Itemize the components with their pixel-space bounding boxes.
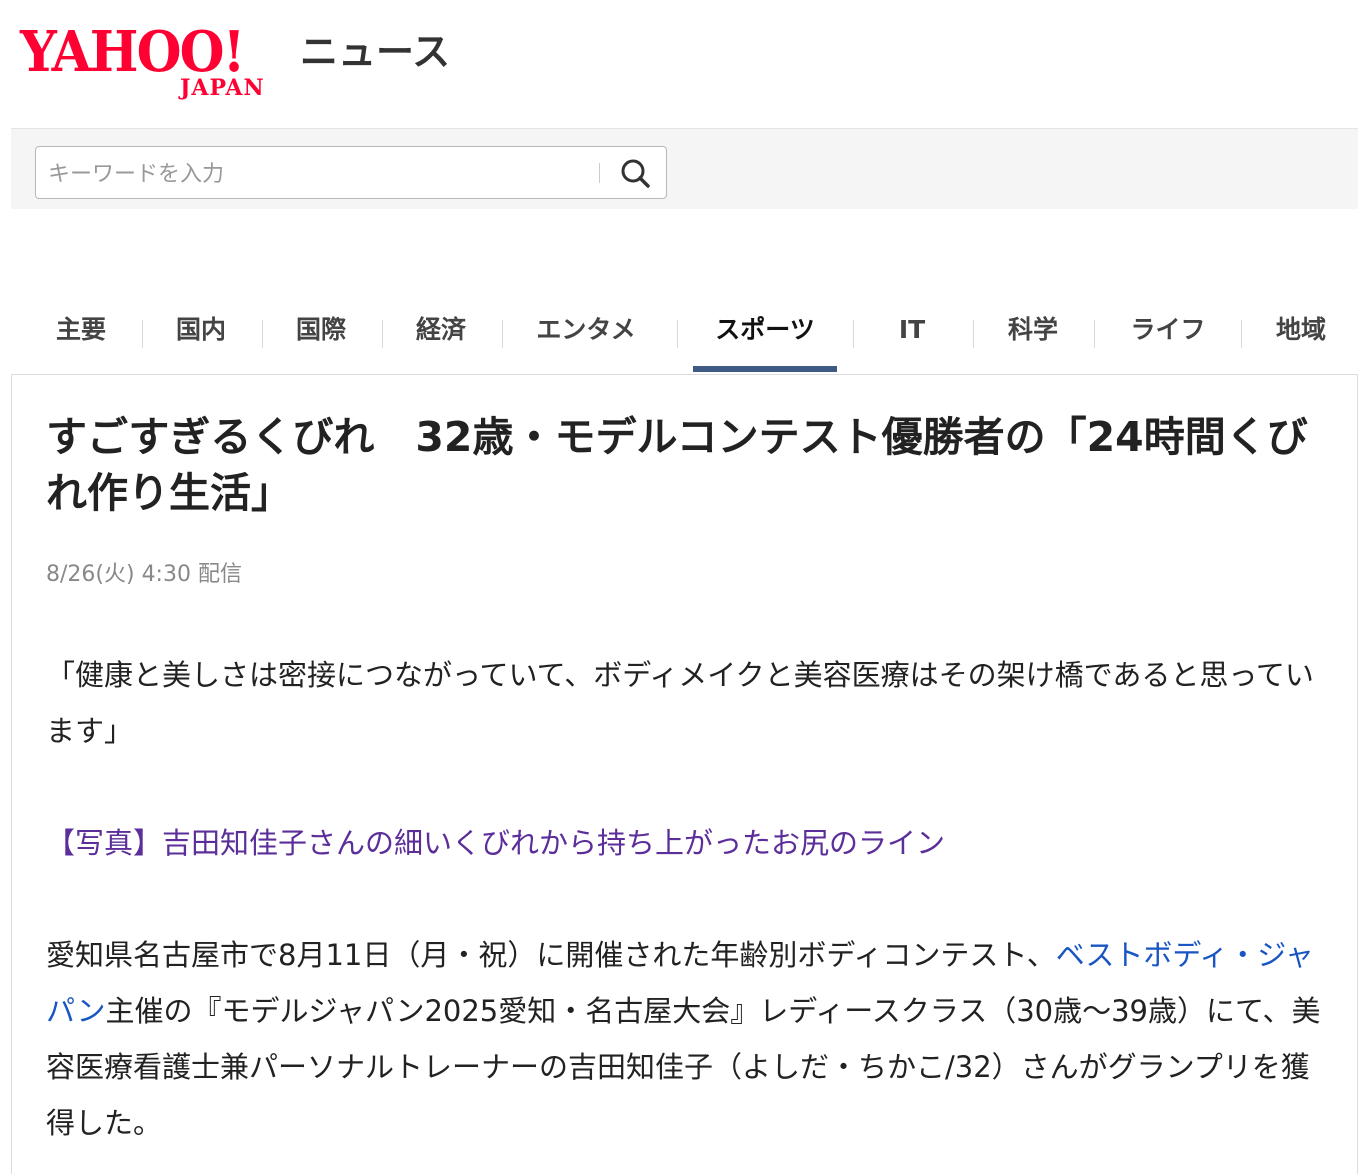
active-tab-indicator	[693, 366, 837, 372]
tab-separator	[382, 320, 383, 348]
tab-separator	[1241, 320, 1242, 348]
tab-it[interactable]: IT	[867, 310, 957, 350]
tab-world[interactable]: 国際	[275, 310, 367, 350]
article-container: すごすぎるくびれ 32歳・モデルコンテスト優勝者の「24時間くびれ作り生活」 8…	[11, 374, 1358, 1174]
yahoo-japan-logo[interactable]: YAHOO! JAPAN	[20, 20, 295, 100]
article-date: 8/26(火) 4:30 配信	[46, 562, 242, 587]
tab-separator	[677, 320, 678, 348]
tab-separator	[142, 320, 143, 348]
article-title: すごすぎるくびれ 32歳・モデルコンテスト優勝者の「24時間くびれ作り生活」	[46, 413, 1308, 517]
search-band	[11, 128, 1358, 209]
search-input[interactable]	[46, 155, 590, 193]
tab-separator	[502, 320, 503, 348]
site-header: YAHOO! JAPAN ニュース	[0, 0, 1358, 128]
news-service-link[interactable]: ニュース	[300, 28, 450, 76]
article-paragraph: 「健康と美しさは密接につながっていて、ボディメイクと美容医療はその架け橋であると…	[46, 658, 1314, 748]
search-icon	[621, 159, 650, 188]
tab-sports[interactable]: スポーツ	[693, 310, 837, 350]
tab-business[interactable]: 経済	[395, 310, 487, 350]
paragraph-text: 愛知県名古屋市で8月11日（月・祝）に開催された年齢別ボディコンテスト、	[46, 938, 1056, 972]
tab-separator	[1094, 320, 1095, 348]
tab-separator	[973, 320, 974, 348]
photo-link[interactable]: 【写真】吉田知佳子さんの細いくびれから持ち上がったお尻のライン	[46, 815, 945, 871]
article-paragraph: 愛知県名古屋市で8月11日（月・祝）に開催された年齢別ボディコンテスト、ベストボ…	[46, 927, 1331, 1151]
category-nav: 主要 国内 国際 経済 エンタメ スポーツ IT 科学 ライフ 地域	[11, 296, 1358, 376]
paragraph-text: 主催の『モデルジャパン2025愛知・名古屋大会』レディースクラス（30歳〜39歳…	[46, 994, 1321, 1140]
tab-life[interactable]: ライフ	[1109, 310, 1227, 350]
tab-science[interactable]: 科学	[987, 310, 1079, 350]
search-button[interactable]	[614, 153, 656, 193]
tab-main[interactable]: 主要	[35, 310, 127, 350]
tab-entertainment[interactable]: エンタメ	[515, 310, 657, 350]
search-box	[35, 146, 667, 199]
tab-domestic[interactable]: 国内	[155, 310, 247, 350]
logo-subtext: JAPAN	[180, 75, 265, 101]
tab-local[interactable]: 地域	[1255, 310, 1347, 350]
search-divider	[599, 163, 600, 183]
tab-separator	[853, 320, 854, 348]
tab-separator	[262, 320, 263, 348]
